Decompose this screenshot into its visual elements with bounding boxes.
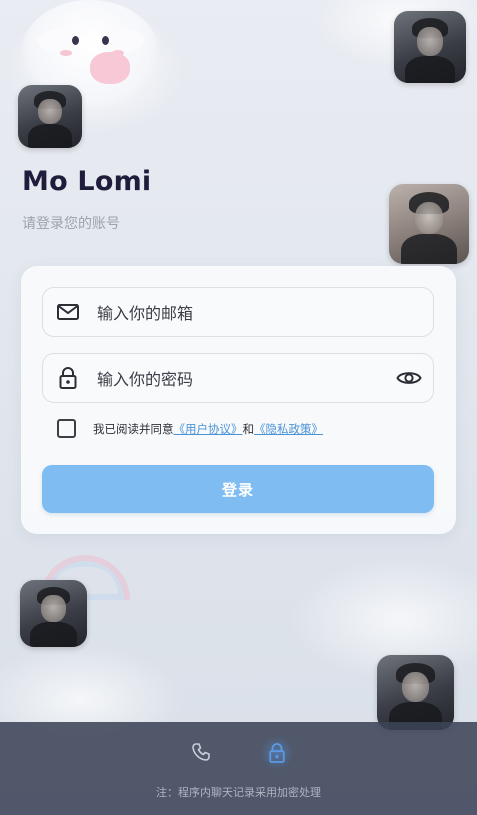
brand-title: Mo Lomi (22, 166, 152, 197)
email-placeholder[interactable]: 输入你的邮箱 (93, 300, 433, 324)
email-field[interactable]: 输入你的邮箱 (42, 287, 434, 337)
privacy-policy-link[interactable]: 《隐私政策》 (254, 421, 323, 437)
mail-icon (43, 287, 93, 337)
floating-avatar (394, 11, 466, 83)
agree-checkbox[interactable] (57, 419, 76, 438)
bottom-bar: 注：程序内聊天记录采用加密处理 (0, 722, 477, 815)
user-agreement-link[interactable]: 《用户协议》 (174, 421, 243, 437)
login-subtitle: 请登录您的账号 (22, 216, 120, 232)
login-card: 输入你的邮箱 输入你的密码 我已阅读并同意 《用户协议》 和 《隐私政策》 登录 (21, 266, 456, 534)
encryption-note: 注：程序内聊天记录采用加密处理 (156, 786, 321, 799)
floating-avatar (20, 580, 87, 647)
eye-icon[interactable] (385, 353, 433, 403)
floating-avatar (389, 184, 469, 264)
floating-avatar (377, 655, 454, 730)
agreement-text: 我已阅读并同意 《用户协议》 和 《隐私政策》 (93, 421, 323, 437)
agree-and: 和 (242, 421, 255, 436)
lock-icon[interactable] (260, 736, 294, 770)
character-eye (102, 36, 109, 45)
login-button[interactable]: 登录 (42, 465, 434, 513)
character-ear (108, 30, 144, 52)
password-placeholder[interactable]: 输入你的密码 (93, 366, 385, 390)
agreement-row: 我已阅读并同意 《用户协议》 和 《隐私政策》 (57, 419, 323, 438)
character-ear (38, 30, 74, 52)
password-field[interactable]: 输入你的密码 (42, 353, 434, 403)
pink-bear-decoration (90, 52, 130, 84)
character-blush (60, 50, 72, 56)
lock-icon (43, 353, 93, 403)
character-eye (72, 36, 79, 45)
agree-prefix: 我已阅读并同意 (93, 421, 174, 436)
phone-icon[interactable] (189, 740, 213, 764)
floating-avatar (18, 85, 82, 148)
